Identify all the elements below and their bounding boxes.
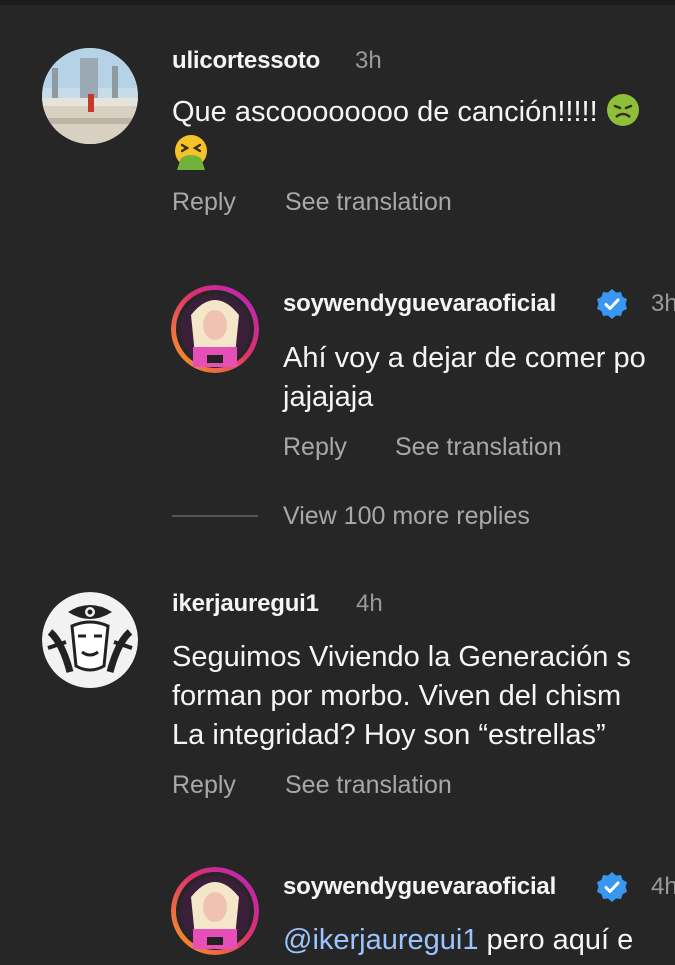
username[interactable]: soywendyguevaraoficial (283, 873, 556, 901)
verified-badge-icon (597, 872, 627, 902)
mention-link[interactable]: @ikerjauregui1 (283, 924, 478, 956)
reply-soywendyguevaraoficial-2: soywendyguevaraoficial 4h @ikerjauregui1… (0, 0, 675, 965)
timestamp: 4h (651, 873, 675, 900)
comment-text: @ikerjauregui1 pero aquí e (283, 921, 633, 959)
comment-text-line: pero aquí e (478, 924, 634, 956)
avatar[interactable] (171, 867, 259, 955)
